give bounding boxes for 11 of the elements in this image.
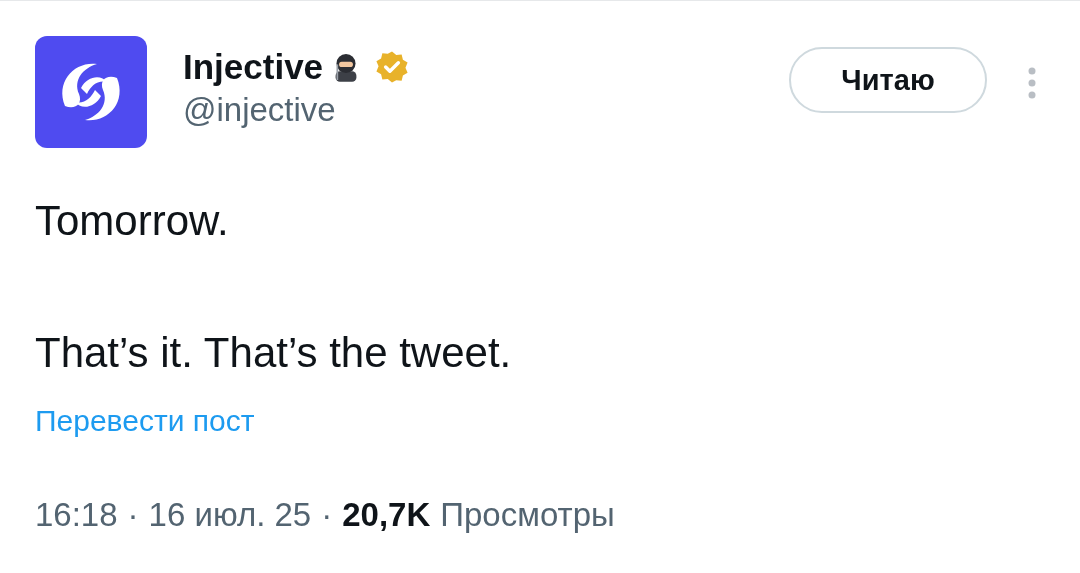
author-handle[interactable]: @injective [183,88,410,132]
post-time[interactable]: 16:18 [35,496,118,534]
separator-dot: · [321,496,333,534]
post-text: Tomorrow. That’s it. That’s the tweet. [35,196,513,378]
separator-dot: · [127,496,139,534]
post-date[interactable]: 16 июл. 25 [148,496,312,534]
views-label: Просмотры [440,496,615,534]
logo-avatar-icon[interactable] [35,36,147,148]
following-button[interactable]: Читаю [789,47,987,113]
author-name[interactable]: Injective [183,46,324,88]
views-count: 20,7K [342,496,431,534]
